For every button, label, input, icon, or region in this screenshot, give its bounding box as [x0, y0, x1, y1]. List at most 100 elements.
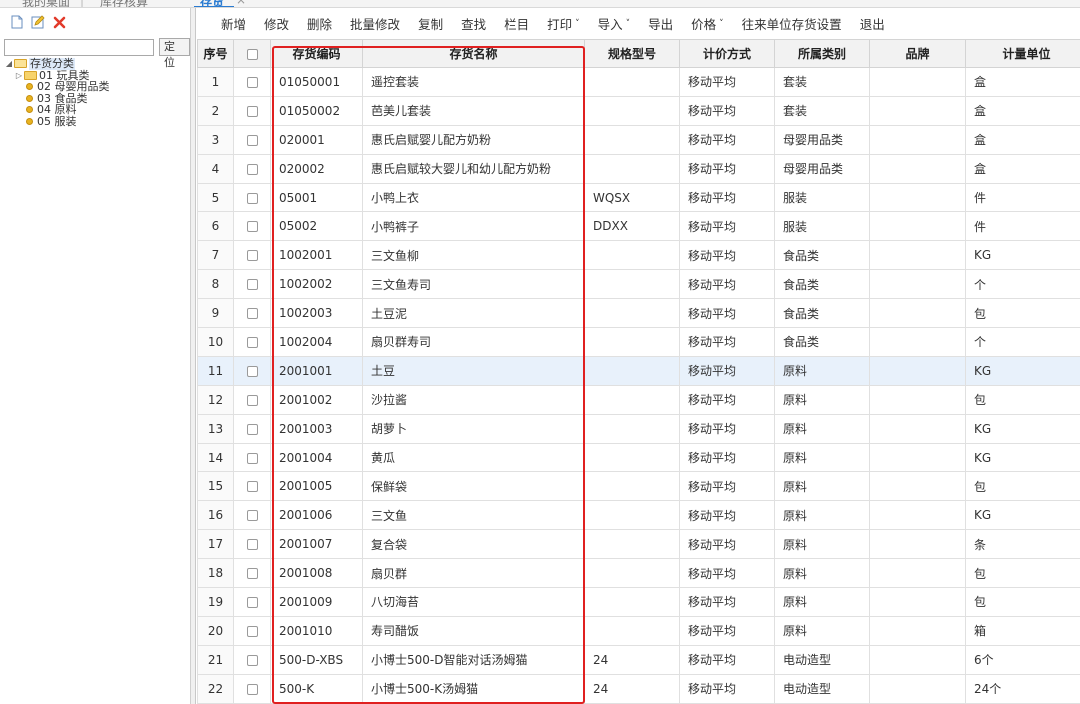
collapse-arrow-icon[interactable]: ◢: [4, 58, 14, 70]
row-checkbox[interactable]: [246, 625, 258, 637]
toolbar-button[interactable]: 删除: [307, 14, 332, 33]
header-brand[interactable]: 品牌: [869, 39, 966, 68]
toolbar-button[interactable]: 批量修改: [350, 14, 400, 33]
header-category[interactable]: 所属类别: [774, 39, 870, 68]
new-file-icon[interactable]: [10, 15, 24, 29]
toolbar-button[interactable]: 往来单位存货设置: [742, 14, 842, 33]
tree-item-material[interactable]: 04 原料: [4, 104, 190, 116]
toolbar-button[interactable]: 复制: [418, 14, 443, 33]
table-row[interactable]: 7 1002001 三文鱼柳 移动平均 食品类 KG: [197, 240, 1080, 271]
table-row[interactable]: 11 2001001 土豆 移动平均 原料 KG: [197, 355, 1080, 386]
row-checkbox[interactable]: [246, 192, 258, 204]
table-row[interactable]: 5 05001 小鸭上衣 WQSX 移动平均 服装 件: [197, 182, 1080, 213]
table-row[interactable]: 10 1002004 扇贝群寿司 移动平均 食品类 个: [197, 327, 1080, 357]
table-row[interactable]: 19 2001009 八切海苔 移动平均 原料 包: [197, 587, 1080, 617]
toolbar-button[interactable]: 退出: [860, 14, 885, 33]
tab-desktop[interactable]: 我的桌面: [22, 0, 70, 7]
category-search-row: 定位: [0, 36, 190, 69]
header-code[interactable]: 存货编码: [270, 39, 363, 68]
header-seq[interactable]: 序号: [197, 39, 234, 68]
table-row[interactable]: 21 500-D-XBS 小博士500-D智能对话汤姆猫 24 移动平均 电动造型 6个: [197, 644, 1080, 675]
panel-splitter[interactable]: [191, 8, 196, 704]
table-row[interactable]: 13 2001003 胡萝卜 移动平均 原料 KG: [197, 413, 1080, 444]
row-checkbox[interactable]: [246, 365, 258, 377]
cell-seq: 4: [197, 153, 234, 184]
cell-valuation: 移动平均: [679, 644, 775, 675]
table-row[interactable]: 18 2001008 扇贝群 移动平均 原料 包: [197, 558, 1080, 589]
cell-category: 套装: [774, 67, 870, 97]
header-valuation[interactable]: 计价方式: [679, 39, 775, 68]
table-row[interactable]: 12 2001002 沙拉酱 移动平均 原料 包: [197, 384, 1080, 415]
row-checkbox[interactable]: [246, 683, 258, 695]
row-checkbox[interactable]: [246, 654, 258, 666]
toolbar-button[interactable]: 查找: [461, 14, 486, 33]
delete-icon[interactable]: [52, 15, 66, 29]
row-checkbox[interactable]: [246, 105, 258, 117]
header-unit[interactable]: 计量单位: [965, 39, 1080, 68]
table-row[interactable]: 9 1002003 土豆泥 移动平均 食品类 包: [197, 298, 1080, 329]
table-row[interactable]: 2 01050002 芭美儿套装 移动平均 套装 盒: [197, 95, 1080, 126]
row-checkbox[interactable]: [246, 250, 258, 262]
row-checkbox[interactable]: [246, 568, 258, 580]
cell-select: [233, 529, 271, 560]
cell-select: [233, 153, 271, 184]
cell-select: [233, 384, 271, 415]
row-checkbox[interactable]: [246, 394, 258, 406]
row-checkbox[interactable]: [246, 539, 258, 551]
table-row[interactable]: 17 2001007 复合袋 移动平均 原料 条: [197, 529, 1080, 560]
toolbar-button[interactable]: 导出: [648, 14, 673, 33]
category-search-input[interactable]: [4, 38, 154, 56]
header-select-all[interactable]: [233, 39, 271, 68]
header-spec[interactable]: 规格型号: [584, 39, 680, 68]
row-checkbox[interactable]: [246, 279, 258, 291]
table-row[interactable]: 22 500-K 小博士500-K汤姆猫 24 移动平均 电动造型 24个: [197, 673, 1080, 704]
row-checkbox[interactable]: [246, 336, 258, 348]
header-name[interactable]: 存货名称: [362, 39, 585, 68]
select-all-checkbox[interactable]: [246, 48, 258, 60]
toolbar-button[interactable]: 修改: [264, 14, 289, 33]
row-checkbox[interactable]: [246, 452, 258, 464]
cell-unit: 包: [965, 558, 1080, 589]
cell-valuation: 移动平均: [679, 673, 775, 704]
cell-valuation: 移动平均: [679, 182, 775, 213]
cell-name: 惠氏启赋婴儿配方奶粉: [362, 124, 585, 155]
toolbar-button-label: 打印: [547, 17, 573, 32]
expand-arrow-icon[interactable]: ▷: [14, 70, 24, 82]
table-row[interactable]: 16 2001006 三文鱼 移动平均 原料 KG: [197, 500, 1080, 531]
table-row[interactable]: 20 2001010 寿司醋饭 移动平均 原料 箱: [197, 615, 1080, 646]
toolbar-button[interactable]: 导入 ˅: [598, 14, 631, 33]
table-row[interactable]: 3 020001 惠氏启赋婴儿配方奶粉 移动平均 母婴用品类 盒: [197, 124, 1080, 155]
table-row[interactable]: 1 01050001 遥控套装 移动平均 套装 盒: [197, 67, 1080, 97]
table-row[interactable]: 14 2001004 黄瓜 移动平均 原料 KG: [197, 442, 1080, 473]
cell-brand: [869, 644, 966, 675]
tree-item-baby[interactable]: 02 母婴用品类: [4, 81, 190, 93]
table-row[interactable]: 6 05002 小鸭裤子 DDXX 移动平均 服装 件: [197, 211, 1080, 242]
cell-seq: 1: [197, 67, 234, 97]
locate-button[interactable]: 定位: [159, 38, 190, 69]
toolbar-button[interactable]: 栏目: [504, 14, 529, 33]
table-row[interactable]: 8 1002002 三文鱼寿司 移动平均 食品类 个: [197, 269, 1080, 300]
toolbar-button[interactable]: 新增: [221, 14, 246, 33]
edit-icon[interactable]: [31, 15, 45, 29]
tree-root[interactable]: ◢ 存货分类: [4, 58, 190, 70]
row-checkbox[interactable]: [246, 76, 258, 88]
row-checkbox[interactable]: [246, 221, 258, 233]
cell-valuation: 移动平均: [679, 615, 775, 646]
tab-close-icon[interactable]: ×: [236, 0, 246, 7]
toolbar-button[interactable]: 价格 ˅: [691, 14, 724, 33]
tree-item-clothing[interactable]: 05 服装: [4, 115, 190, 128]
row-checkbox[interactable]: [246, 134, 258, 146]
row-checkbox[interactable]: [246, 163, 258, 175]
row-checkbox[interactable]: [246, 510, 258, 522]
tab-inventory-accounting[interactable]: 库存核算: [100, 0, 148, 7]
tree-item-food[interactable]: 03 食品类: [4, 92, 190, 105]
leaf-dot-icon: [26, 83, 33, 91]
row-checkbox[interactable]: [246, 423, 258, 435]
row-checkbox[interactable]: [246, 308, 258, 320]
toolbar-button[interactable]: 打印 ˅: [547, 14, 580, 33]
row-checkbox[interactable]: [246, 596, 258, 608]
row-checkbox[interactable]: [246, 481, 258, 493]
table-row[interactable]: 15 2001005 保鲜袋 移动平均 原料 包: [197, 471, 1080, 502]
table-row[interactable]: 4 020002 惠氏启赋较大婴儿和幼儿配方奶粉 移动平均 母婴用品类 盒: [197, 153, 1080, 184]
cell-spec: [584, 153, 680, 184]
